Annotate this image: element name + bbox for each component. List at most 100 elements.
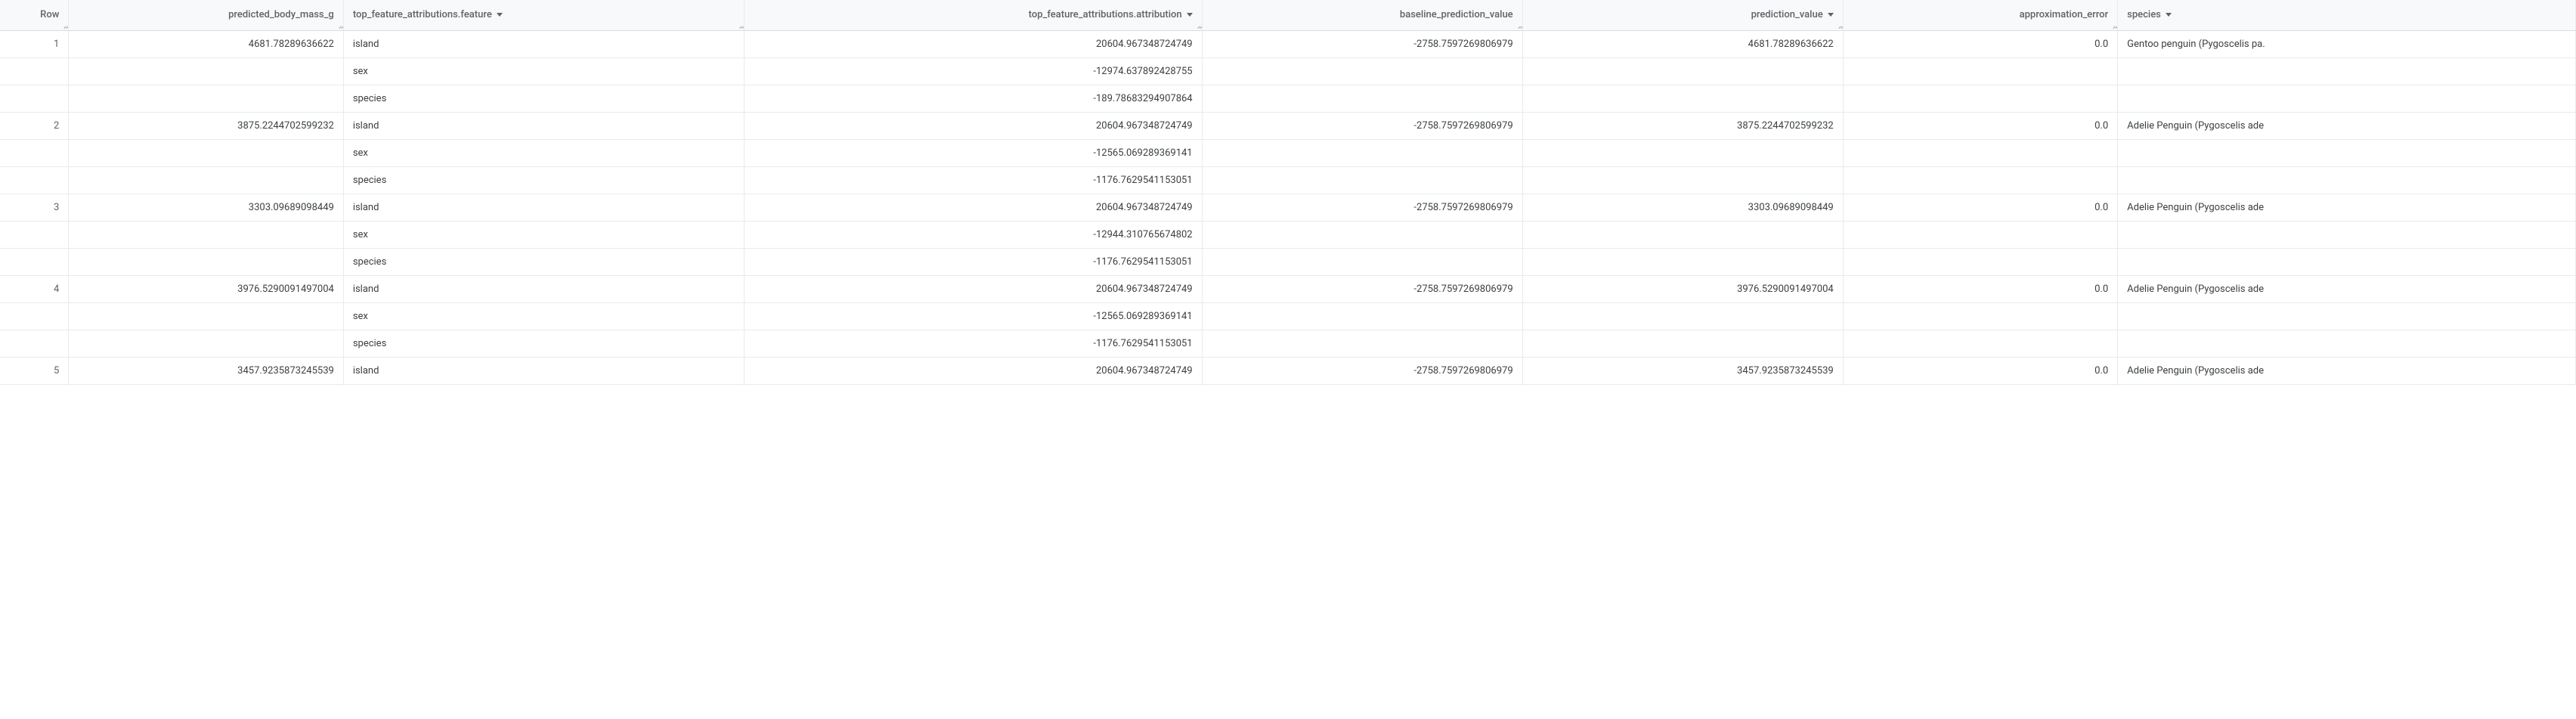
table-row: sex -12565.069289369141 (0, 139, 2576, 166)
resize-handle[interactable] (1837, 0, 1843, 30)
cell-species: Adelie Penguin (Pygoscelis ade (2118, 112, 2576, 139)
table-row: species -1176.7629541153051 (0, 330, 2576, 357)
cell-feature: island (343, 30, 744, 57)
resize-handle[interactable] (738, 0, 744, 30)
sort-dropdown-icon[interactable] (2166, 13, 2172, 17)
cell-predicted-body-mass (69, 221, 343, 248)
sort-dropdown-icon[interactable] (497, 13, 503, 17)
cell-feature: sex (343, 302, 744, 330)
cell-prediction (1522, 221, 1843, 248)
column-header-baseline[interactable]: baseline_prediction_value (1202, 0, 1522, 30)
resize-handle[interactable] (1196, 0, 1202, 30)
cell-prediction (1522, 85, 1843, 112)
cell-predicted-body-mass: 3457.9235873245539 (69, 357, 343, 384)
cell-attribution: -1176.7629541153051 (744, 330, 1202, 357)
cell-baseline (1202, 302, 1522, 330)
cell-species (2118, 221, 2576, 248)
cell-attribution: 20604.967348724749 (744, 194, 1202, 221)
resize-handle[interactable] (62, 0, 68, 30)
cell-feature: island (343, 275, 744, 302)
cell-prediction (1522, 330, 1843, 357)
cell-predicted-body-mass (69, 330, 343, 357)
cell-attribution: 20604.967348724749 (744, 30, 1202, 57)
cell-species (2118, 302, 2576, 330)
cell-baseline (1202, 330, 1522, 357)
cell-row-number: 2 (0, 112, 69, 139)
cell-baseline: -2758.7597269806979 (1202, 357, 1522, 384)
cell-feature: island (343, 112, 744, 139)
column-header-error[interactable]: approximation_error (1843, 0, 2117, 30)
column-header-species[interactable]: species (2118, 0, 2576, 30)
column-header-row[interactable]: Row (0, 0, 69, 30)
resize-handle[interactable] (2111, 0, 2117, 30)
table-row: 5 3457.9235873245539 island 20604.967348… (0, 357, 2576, 384)
table-header-row: Row predicted_body_mass_g top_feature_at… (0, 0, 2576, 30)
header-label: species (2127, 9, 2161, 20)
header-label: predicted_body_mass_g (228, 9, 334, 20)
cell-feature: species (343, 248, 744, 275)
cell-predicted-body-mass (69, 302, 343, 330)
cell-row-number (0, 302, 69, 330)
cell-attribution: -12565.069289369141 (744, 302, 1202, 330)
cell-row-number (0, 248, 69, 275)
cell-attribution: -12974.637892428755 (744, 57, 1202, 85)
cell-row-number (0, 57, 69, 85)
cell-prediction (1522, 139, 1843, 166)
cell-predicted-body-mass (69, 248, 343, 275)
cell-error: 0.0 (1843, 275, 2117, 302)
table-row: sex -12974.637892428755 (0, 57, 2576, 85)
results-table: Row predicted_body_mass_g top_feature_at… (0, 0, 2576, 385)
resize-handle[interactable] (1516, 0, 1522, 30)
cell-error (1843, 248, 2117, 275)
cell-attribution: -189.78683294907864 (744, 85, 1202, 112)
table-row: 3 3303.09689098449 island 20604.96734872… (0, 194, 2576, 221)
column-header-prediction[interactable]: prediction_value (1522, 0, 1843, 30)
table-row: species -1176.7629541153051 (0, 166, 2576, 194)
cell-feature: sex (343, 139, 744, 166)
header-label: top_feature_attributions.feature (353, 9, 492, 20)
cell-feature: species (343, 166, 744, 194)
column-header-predicted-body-mass[interactable]: predicted_body_mass_g (69, 0, 343, 30)
header-label: top_feature_attributions.attribution (1029, 9, 1182, 20)
cell-error (1843, 139, 2117, 166)
cell-row-number: 1 (0, 30, 69, 57)
cell-row-number (0, 85, 69, 112)
cell-error (1843, 330, 2117, 357)
resize-handle[interactable] (337, 0, 343, 30)
cell-predicted-body-mass: 3303.09689098449 (69, 194, 343, 221)
cell-feature: sex (343, 221, 744, 248)
table-row: 2 3875.2244702599232 island 20604.967348… (0, 112, 2576, 139)
cell-prediction (1522, 302, 1843, 330)
column-header-attribution[interactable]: top_feature_attributions.attribution (744, 0, 1202, 30)
table-body: 1 4681.78289636622 island 20604.96734872… (0, 30, 2576, 384)
cell-predicted-body-mass: 3875.2244702599232 (69, 112, 343, 139)
cell-attribution: -1176.7629541153051 (744, 166, 1202, 194)
cell-feature: species (343, 330, 744, 357)
cell-attribution: -12565.069289369141 (744, 139, 1202, 166)
cell-row-number (0, 221, 69, 248)
cell-predicted-body-mass (69, 85, 343, 112)
column-header-feature[interactable]: top_feature_attributions.feature (343, 0, 744, 30)
cell-row-number (0, 330, 69, 357)
header-label: approximation_error (2020, 9, 2109, 20)
cell-species: Adelie Penguin (Pygoscelis ade (2118, 357, 2576, 384)
cell-prediction: 3303.09689098449 (1522, 194, 1843, 221)
cell-row-number: 5 (0, 357, 69, 384)
table-row: 4 3976.5290091497004 island 20604.967348… (0, 275, 2576, 302)
cell-predicted-body-mass (69, 139, 343, 166)
header-label: prediction_value (1751, 9, 1823, 20)
results-table-container: Row predicted_body_mass_g top_feature_at… (0, 0, 2576, 385)
cell-baseline (1202, 221, 1522, 248)
cell-row-number (0, 166, 69, 194)
sort-dropdown-icon[interactable] (1187, 13, 1193, 17)
cell-species (2118, 139, 2576, 166)
cell-error: 0.0 (1843, 112, 2117, 139)
cell-prediction (1522, 57, 1843, 85)
table-row: sex -12944.310765674802 (0, 221, 2576, 248)
cell-species (2118, 57, 2576, 85)
table-row: species -189.78683294907864 (0, 85, 2576, 112)
table-row: species -1176.7629541153051 (0, 248, 2576, 275)
cell-baseline: -2758.7597269806979 (1202, 194, 1522, 221)
table-row: 1 4681.78289636622 island 20604.96734872… (0, 30, 2576, 57)
sort-dropdown-icon[interactable] (1828, 13, 1834, 17)
